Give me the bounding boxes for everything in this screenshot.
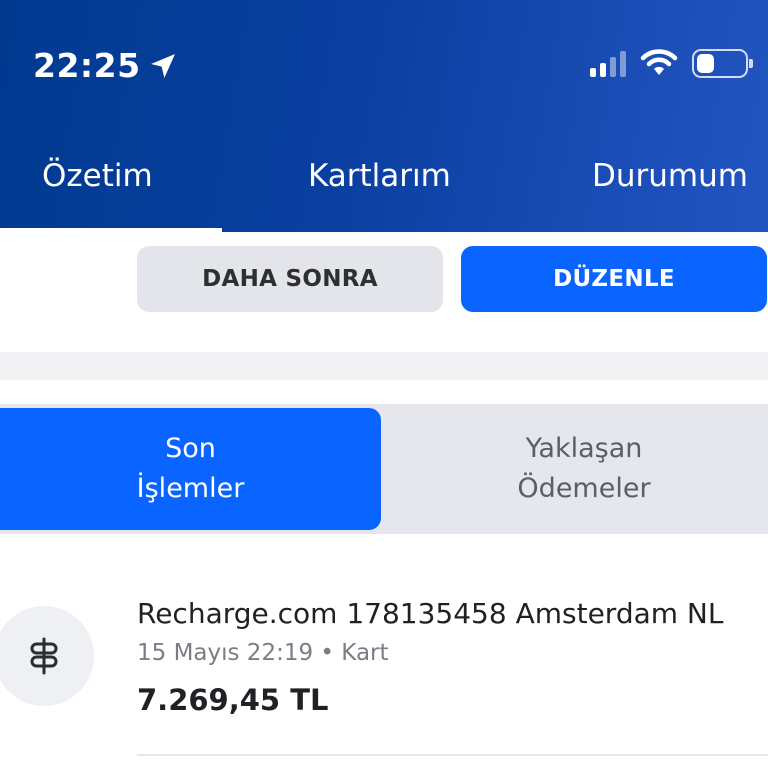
segment-upcoming-payments[interactable]: Yaklaşan Ödemeler bbox=[400, 408, 768, 530]
list-divider bbox=[137, 754, 768, 756]
later-button[interactable]: DAHA SONRA bbox=[137, 246, 443, 312]
location-arrow-icon bbox=[150, 53, 175, 78]
wifi-icon bbox=[640, 49, 678, 75]
segment-recent-line1: Son bbox=[165, 433, 216, 464]
segment-recent-transactions[interactable]: Son İşlemler bbox=[0, 408, 381, 530]
battery-icon bbox=[692, 48, 753, 78]
segment-upcoming-line2: Ödemeler bbox=[517, 473, 651, 504]
top-tab-bar: Özetim Kartlarım Durumum bbox=[0, 152, 768, 232]
transaction-icon-badge bbox=[0, 606, 94, 706]
segment-upcoming-line1: Yaklaşan bbox=[525, 433, 643, 464]
tab-ozetim[interactable]: Özetim bbox=[42, 158, 153, 194]
section-divider bbox=[0, 352, 768, 380]
tab-kartlarim[interactable]: Kartlarım bbox=[308, 158, 451, 194]
segment-recent-line2: İşlemler bbox=[136, 473, 245, 504]
edit-button[interactable]: DÜZENLE bbox=[461, 246, 767, 312]
transaction-meta: 15 Mayıs 22:19 • Kart bbox=[137, 640, 389, 666]
app-header: 22:25 Özetim Kartlarım Durumum bbox=[0, 0, 768, 232]
tab-durumum[interactable]: Durumum bbox=[592, 158, 748, 194]
cellular-signal-icon bbox=[590, 49, 626, 77]
transaction-amount: 7.269,45 TL bbox=[137, 683, 329, 717]
transactions-segmented-control: Son İşlemler Yaklaşan Ödemeler bbox=[0, 404, 768, 534]
transaction-title: Recharge.com 178135458 Amsterdam NL bbox=[137, 597, 724, 630]
signpost-icon bbox=[30, 637, 58, 675]
status-time-text: 22:25 bbox=[33, 46, 141, 85]
status-bar-time: 22:25 bbox=[33, 46, 179, 85]
active-tab-indicator bbox=[0, 228, 222, 232]
status-bar-indicators bbox=[590, 48, 753, 78]
